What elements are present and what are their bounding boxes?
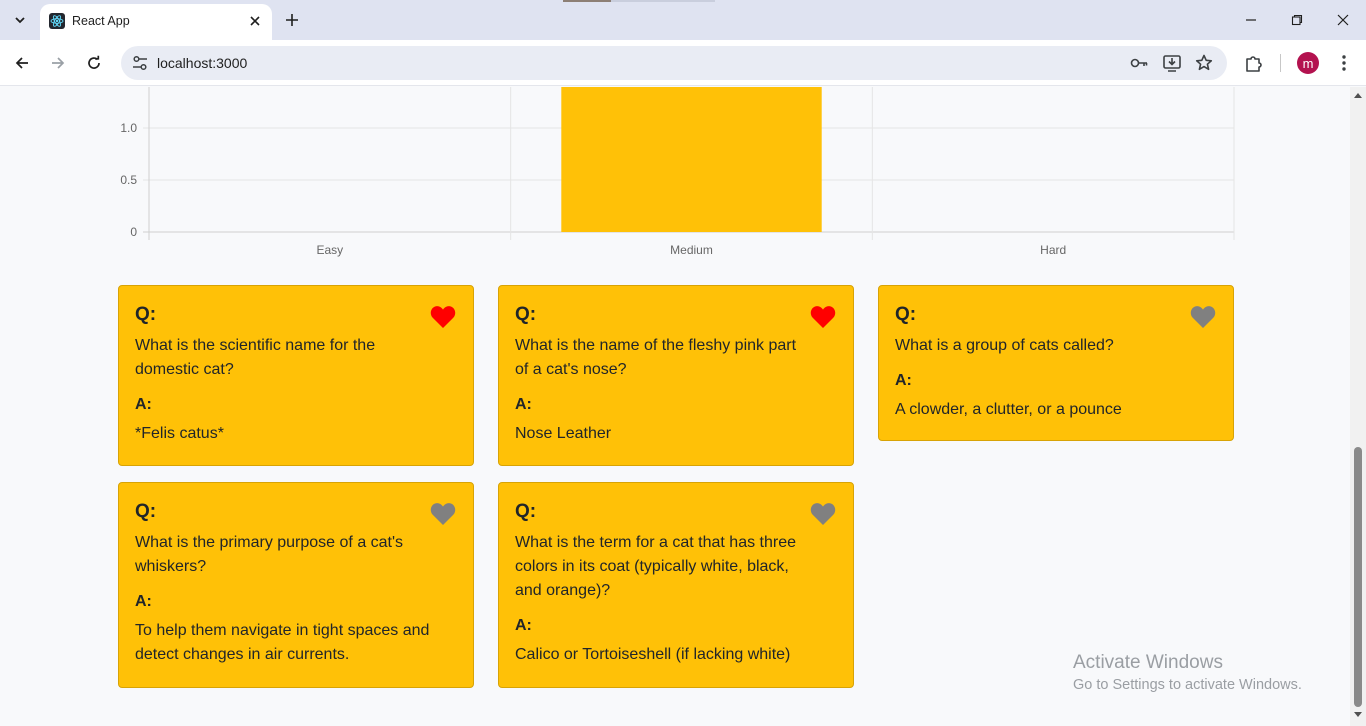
heart-filled-icon[interactable] [810, 305, 836, 329]
reload-button[interactable] [81, 50, 107, 76]
question-text: What is the scientific name for the dome… [135, 337, 376, 378]
extensions-button[interactable] [1241, 50, 1267, 76]
flashcard[interactable]: Q: What is the scientific name for the do… [118, 285, 474, 466]
question-text: What is the primary purpose of a cat's w… [135, 534, 404, 575]
key-icon [1130, 58, 1148, 68]
question-label: Q: [135, 501, 157, 522]
y-tick-label: 1.0 [120, 121, 137, 135]
answer-text: *Felis catus* [135, 425, 224, 442]
x-tick-label-easy: Easy [316, 243, 343, 257]
answer-text: Nose Leather [515, 425, 612, 442]
forward-button[interactable] [45, 50, 71, 76]
browser-menu-button[interactable] [1331, 50, 1357, 76]
answer-label: A: [895, 372, 912, 389]
close-window-button[interactable] [1331, 8, 1355, 32]
react-logo-icon [49, 13, 65, 29]
heart-icon[interactable] [810, 502, 836, 526]
scroll-down-icon[interactable] [1353, 711, 1363, 719]
question-label: Q: [135, 304, 157, 325]
answer-label: A: [135, 593, 152, 610]
question-text: What is a group of cats called? [895, 337, 1114, 354]
minimize-button[interactable] [1239, 8, 1263, 32]
bar-medium[interactable] [561, 87, 822, 233]
arrow-right-icon [52, 57, 65, 69]
y-tick-label: 0 [130, 225, 137, 239]
activate-windows-title: Activate Windows [1073, 652, 1223, 673]
close-icon [1337, 14, 1349, 26]
new-tab-button[interactable] [280, 8, 304, 32]
question-text: What is the term for a cat that has thre… [515, 534, 797, 599]
restore-icon [1291, 14, 1303, 26]
url-text[interactable]: localhost:3000 [157, 55, 247, 71]
flashcard[interactable]: Q: What is the primary purpose of a cat's… [118, 482, 474, 688]
scroll-up-icon[interactable] [1353, 91, 1363, 99]
password-key-button[interactable] [1129, 53, 1149, 73]
answer-label: A: [135, 396, 152, 413]
x-tick-label-hard: Hard [1040, 243, 1066, 257]
page-scrollbar[interactable] [1350, 87, 1366, 726]
scrollbar-thumb[interactable] [1354, 447, 1362, 707]
tab-close-button[interactable] [246, 12, 264, 30]
install-icon [1163, 55, 1181, 72]
plus-icon [286, 14, 298, 26]
tab-strip: React App [0, 0, 1366, 40]
tab-title: React App [72, 14, 130, 28]
question-label: Q: [515, 304, 537, 325]
reload-icon [88, 55, 100, 69]
back-button[interactable] [9, 50, 35, 76]
heart-icon[interactable] [1190, 305, 1216, 329]
answer-label: A: [515, 617, 532, 634]
more-vertical-icon [1342, 55, 1346, 71]
flashcard[interactable]: Q: What is the term for a cat that has th… [498, 482, 854, 688]
answer-text: A clowder, a clutter, or a pounce [895, 401, 1122, 418]
tab-strip-marker-2 [611, 0, 715, 2]
heart-icon[interactable] [430, 502, 456, 526]
activate-windows-subtitle: Go to Settings to activate Windows. [1073, 677, 1302, 693]
tab-search-button[interactable] [8, 8, 32, 32]
star-icon [1195, 54, 1213, 71]
restore-button[interactable] [1285, 8, 1309, 32]
toolbar-divider [1280, 54, 1281, 72]
heart-filled-icon[interactable] [430, 305, 456, 329]
answer-text: To help them navigate in tight spaces an… [135, 622, 430, 663]
x-tick-label-medium: Medium [670, 243, 713, 257]
bookmark-button[interactable] [1194, 53, 1214, 73]
page-content: 0 0.5 1.0 Easy Medium Hard Q: What is the scie… [0, 87, 1350, 726]
question-text: What is the name of the fleshy pink part… [515, 337, 797, 378]
minimize-icon [1246, 19, 1256, 21]
flashcard[interactable]: Q: What is the name of the fleshy pink pa… [498, 285, 854, 466]
puzzle-icon [1246, 56, 1262, 72]
answer-label: A: [515, 396, 532, 413]
y-tick-label: 0.5 [120, 173, 137, 187]
browser-toolbar: localhost:3000 m [0, 40, 1366, 86]
site-info-icon[interactable] [131, 54, 149, 72]
install-app-button[interactable] [1162, 53, 1182, 73]
profile-avatar[interactable]: m [1297, 52, 1319, 74]
question-label: Q: [515, 501, 537, 522]
flashcard[interactable]: Q: What is a group of cats called? A: A clo… [878, 285, 1234, 441]
address-bar[interactable]: localhost:3000 [121, 46, 1227, 80]
answer-text: Calico or Tortoiseshell (if lacking whit… [515, 646, 791, 663]
arrow-left-icon [15, 57, 28, 69]
tab-strip-marker [563, 0, 611, 2]
question-label: Q: [895, 304, 917, 325]
browser-tab[interactable]: React App [40, 4, 272, 40]
difficulty-bar-chart: 0 0.5 1.0 Easy Medium Hard [120, 87, 1235, 257]
chevron-down-icon [15, 17, 25, 24]
close-icon [250, 16, 260, 26]
